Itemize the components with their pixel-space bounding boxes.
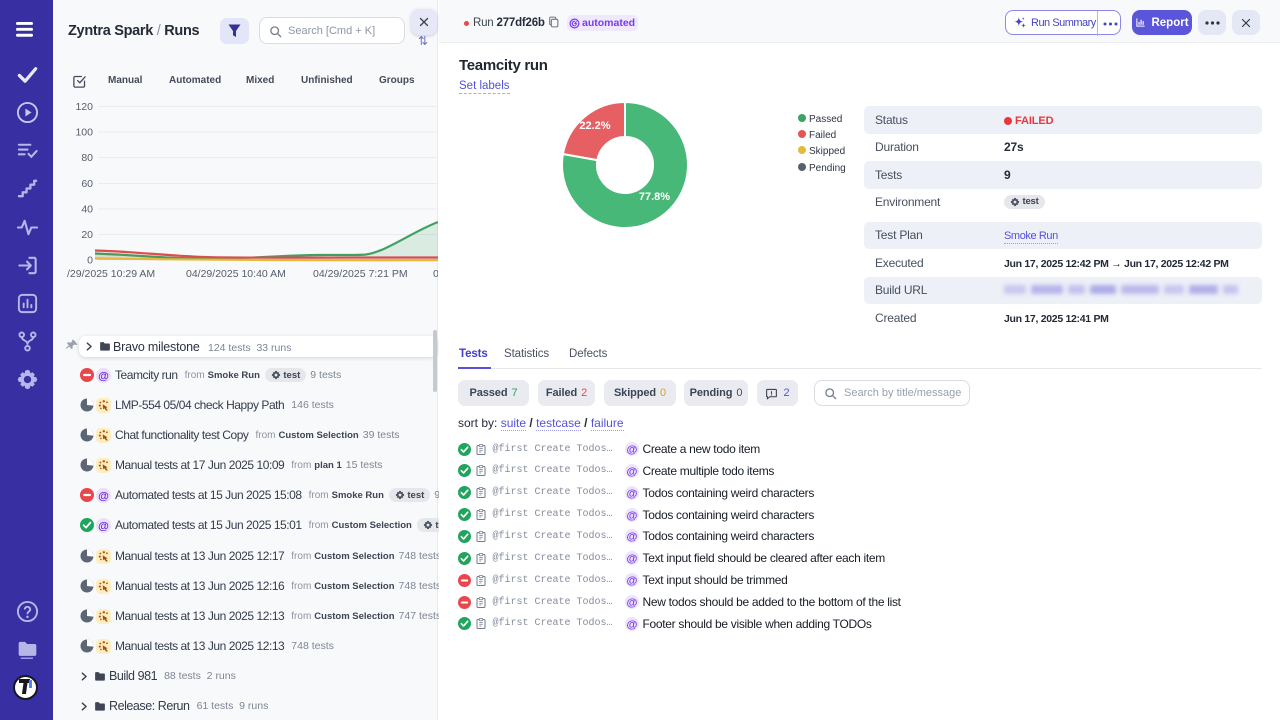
svg-text:77.8%: 77.8% <box>639 191 670 203</box>
svg-text:@: @ <box>626 488 637 500</box>
svg-text:0: 0 <box>87 255 93 267</box>
svg-text:@: @ <box>626 531 637 543</box>
svg-text:120: 120 <box>75 101 93 113</box>
svg-text:@: @ <box>98 520 109 532</box>
svg-text:/29/2025 10:29 AM: /29/2025 10:29 AM <box>67 268 155 280</box>
svg-text:80: 80 <box>81 152 93 164</box>
svg-text:22.2%: 22.2% <box>579 120 610 132</box>
svg-text:@: @ <box>626 575 637 587</box>
svg-text:100: 100 <box>75 127 93 139</box>
svg-text:@: @ <box>98 370 109 382</box>
svg-text:@: @ <box>626 553 637 565</box>
svg-text:@: @ <box>626 444 637 456</box>
svg-text:@: @ <box>98 490 109 502</box>
svg-text:@: @ <box>626 619 637 631</box>
svg-text:@: @ <box>626 597 637 609</box>
svg-text:0: 0 <box>433 268 438 280</box>
svg-text:@: @ <box>626 509 637 521</box>
svg-text:04/29/2025 7:21 PM: 04/29/2025 7:21 PM <box>313 268 408 280</box>
svg-text:60: 60 <box>81 178 93 190</box>
svg-text:20: 20 <box>81 229 93 241</box>
svg-text:40: 40 <box>81 204 93 216</box>
svg-text:@: @ <box>626 466 637 478</box>
svg-text:04/29/2025 10:40 AM: 04/29/2025 10:40 AM <box>186 268 286 280</box>
